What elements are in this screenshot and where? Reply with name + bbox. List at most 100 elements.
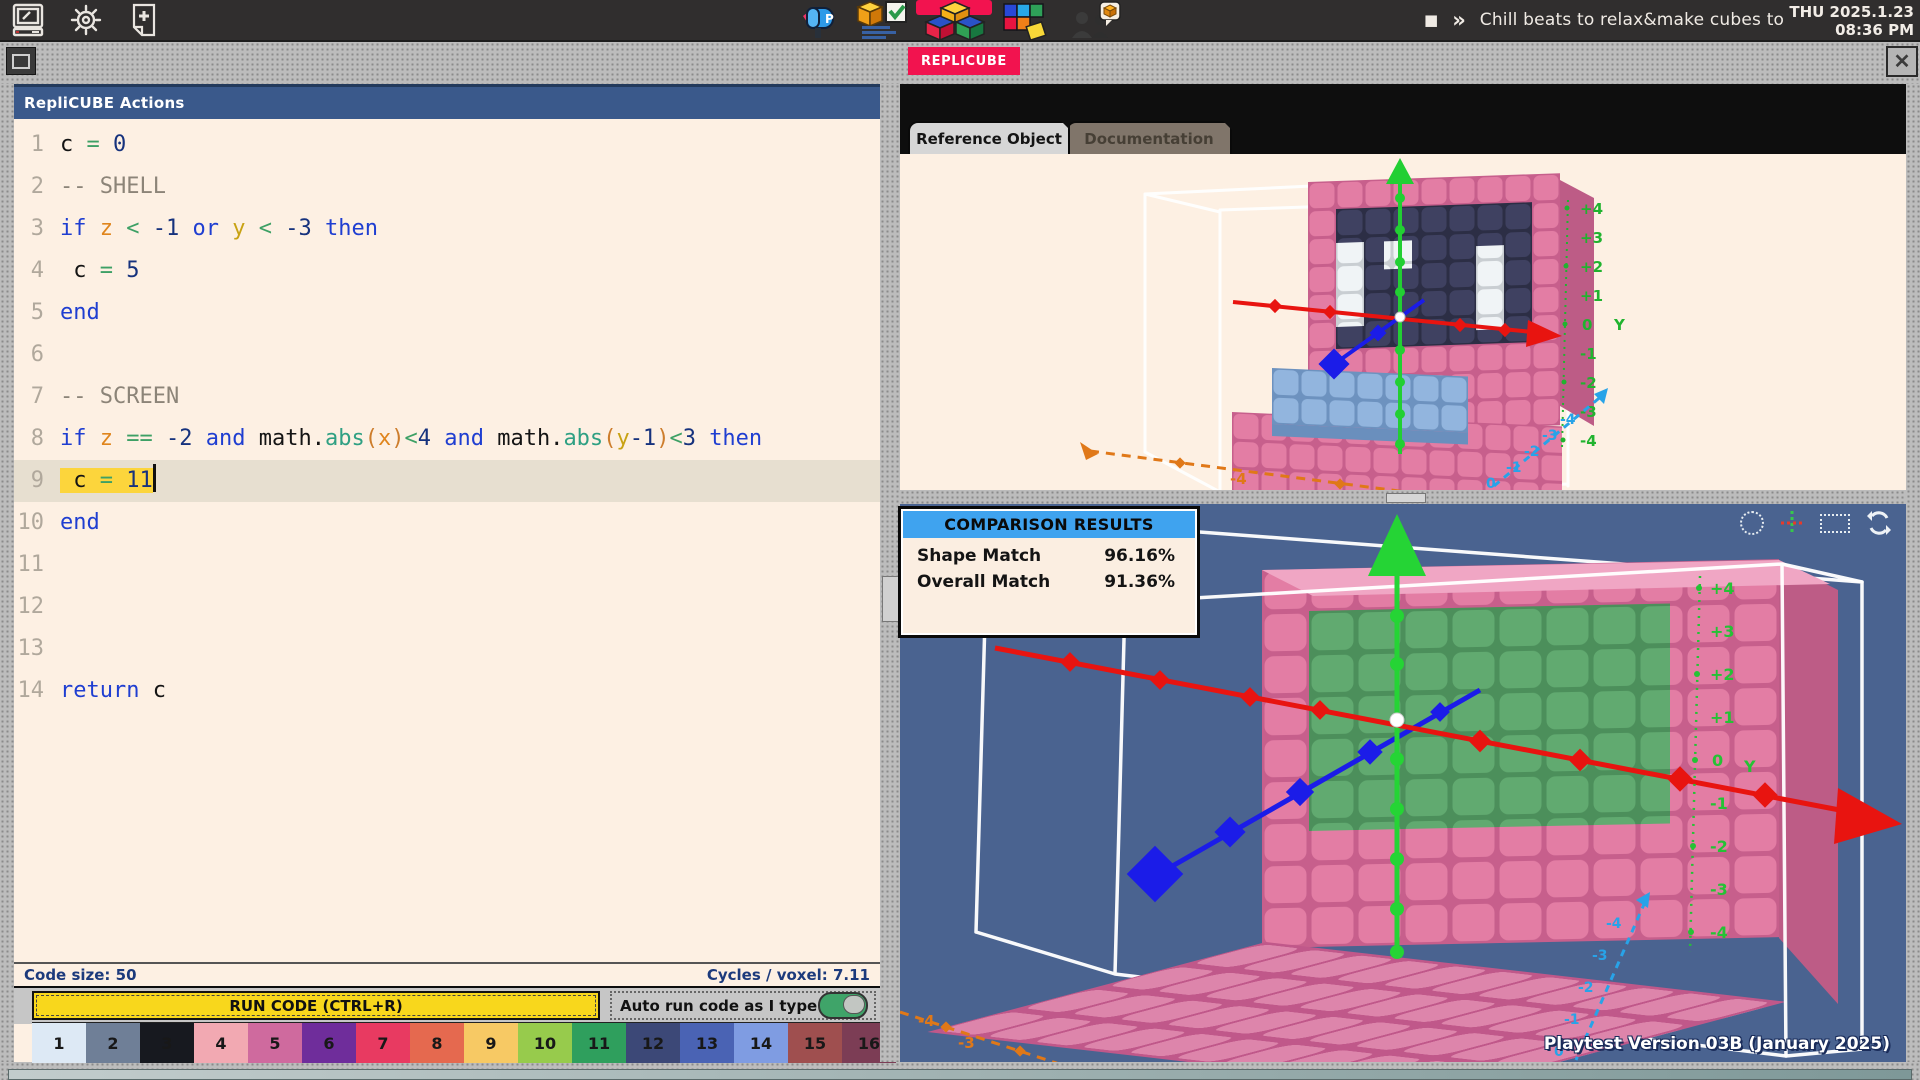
palette-app-icon[interactable] [1000,0,1052,40]
toggle-knob [843,995,865,1014]
version-label: Playtest Version 03B (January 2025) [1544,1034,1890,1054]
viewport-region: Reference Object Documentation [900,84,1906,1062]
palette-swatch-3[interactable]: 3 [140,1023,194,1063]
overall-match-value: 91.36% [1104,572,1175,592]
editor-statusbar: Code size: 50 Cycles / voxel: 7.11 [14,962,880,986]
code-line-1[interactable]: 1c = 0 [14,124,880,166]
code-line-8[interactable]: 8if z == -2 and math.abs(x)<4 and math.a… [14,418,880,460]
code-line-4[interactable]: 4 c = 5 [14,250,880,292]
cycles-per-voxel-label: Cycles / voxel: 7.11 [707,966,870,984]
new-file-icon[interactable] [126,3,162,37]
code-line-10[interactable]: 10end [14,502,880,544]
svg-text:P: P [825,12,834,26]
code-editor[interactable]: 1c = 02-- SHELL3if z < -1 or y < -3 then… [14,116,880,970]
palette-swatch-7[interactable]: 7 [356,1023,410,1063]
reference-viewport[interactable]: +4 +3 +2 +1 0 -1 -2 -3 -4 Y - [900,154,1906,492]
tab-documentation[interactable]: Documentation [1066,121,1232,154]
palette-swatch-14[interactable]: 14 [734,1023,788,1063]
palette-swatch-10[interactable]: 10 [518,1023,572,1063]
mailbox-app-icon[interactable]: P [795,0,841,40]
rotate-view-icon[interactable] [1866,510,1892,536]
reference-eye-right [1476,245,1504,330]
autorun-toggle[interactable] [818,992,868,1019]
svg-text:+1: +1 [1710,708,1735,727]
view-controls [1740,510,1892,536]
tabbar: Reference Object Documentation [900,84,1906,154]
clock-time: 08:36 PM [1789,21,1914,39]
svg-text:-4: -4 [918,1012,935,1030]
svg-text:-1: -1 [1580,345,1597,363]
code-line-5[interactable]: 5end [14,292,880,334]
origin-dot [1390,713,1404,727]
tab-reference-object[interactable]: Reference Object [908,121,1070,154]
code-line-14[interactable]: 14return c [14,670,880,712]
palette-swatch-4[interactable]: 4 [194,1023,248,1063]
music-stop-icon[interactable]: ■ [1424,11,1438,29]
code-line-12[interactable]: 12 [14,586,880,628]
taskbar: P [0,0,1920,40]
svg-text:+1: +1 [1580,287,1603,305]
palette-swatch-13[interactable]: 13 [680,1023,734,1063]
code-line-9[interactable]: 9 c = 11 [14,460,880,502]
palette-swatch-12[interactable]: 12 [626,1023,680,1063]
replicube-app-icon[interactable] [922,0,988,40]
settings-gear-icon[interactable] [68,3,104,37]
palette-swatch-8[interactable]: 8 [410,1023,464,1063]
palette-swatch-5[interactable]: 5 [248,1023,302,1063]
code-line-6[interactable]: 6 [14,334,880,376]
comparison-title: COMPARISON RESULTS [903,511,1195,538]
window-titlebar[interactable]: REPLICUBE ✕ [0,40,1920,86]
box-select-icon[interactable] [1820,514,1850,533]
svg-text:+2: +2 [1580,258,1603,276]
run-row: RUN CODE (CTRL+R) Auto run code as I typ… [14,986,880,1024]
palette-swatch-9[interactable]: 9 [464,1023,518,1063]
svg-text:0: 0 [1582,316,1592,334]
svg-text:-4: -4 [1710,923,1728,942]
circle-select-icon[interactable] [1740,511,1764,535]
origin-dot [1395,312,1405,322]
divider-handle[interactable] [1386,493,1426,503]
display-icon[interactable] [10,3,46,37]
horizontal-scrollbar[interactable] [8,1069,1912,1080]
svg-text:Y: Y [1743,757,1756,776]
community-app-icon[interactable] [1068,0,1122,40]
svg-text:+4: +4 [1710,579,1735,598]
overall-match-label: Overall Match [917,572,1050,592]
palette-swatch-11[interactable]: 11 [572,1023,626,1063]
svg-text:-3: -3 [1592,948,1608,964]
vertical-scrollbar-thumb[interactable] [882,576,899,622]
comparison-results: COMPARISON RESULTS Shape Match 96.16% Ov… [898,506,1200,638]
svg-text:+3: +3 [1710,622,1735,641]
code-line-2[interactable]: 2-- SHELL [14,166,880,208]
run-code-button[interactable]: RUN CODE (CTRL+R) [32,991,600,1020]
palette-swatch-15[interactable]: 15 [788,1023,842,1063]
code-line-7[interactable]: 7-- SCREEN [14,376,880,418]
palette-swatch-6[interactable]: 6 [302,1023,356,1063]
panel-divider-horizontal[interactable] [900,490,1906,504]
svg-text:-1: -1 [1506,460,1522,476]
svg-text:0: 0 [1712,751,1723,770]
palette-swatch-1[interactable]: 1 [32,1023,86,1063]
shape-match-value: 96.16% [1104,546,1175,566]
autorun-label: Auto run code as I type [620,997,817,1015]
window-menu-icon[interactable] [6,47,36,75]
music-next-icon[interactable]: » [1452,8,1466,32]
svg-text:-3: -3 [1710,880,1728,899]
verify-app-icon[interactable] [856,0,914,40]
svg-text:-2: -2 [1578,980,1594,996]
palette-swatch-2[interactable]: 2 [86,1023,140,1063]
svg-text:-1: -1 [1564,1012,1580,1028]
replicube-screen: P [0,0,1920,1080]
code-panel-title: RepliCUBE Actions [14,84,880,119]
build-wall-side [1779,560,1838,1004]
clock-date: THU 2025.1.23 [1789,3,1914,21]
axis-center-icon[interactable] [1780,510,1804,536]
code-line-3[interactable]: 3if z < -1 or y < -3 then [14,208,880,250]
close-window-button[interactable]: ✕ [1886,46,1918,77]
code-line-11[interactable]: 11 [14,544,880,586]
color-palette: 12345678910111213141516 [32,1022,896,1063]
svg-text:-4: -4 [1606,916,1622,932]
svg-text:Y: Y [1613,316,1626,334]
code-line-13[interactable]: 13 [14,628,880,670]
panel-divider-vertical[interactable] [880,84,900,1062]
